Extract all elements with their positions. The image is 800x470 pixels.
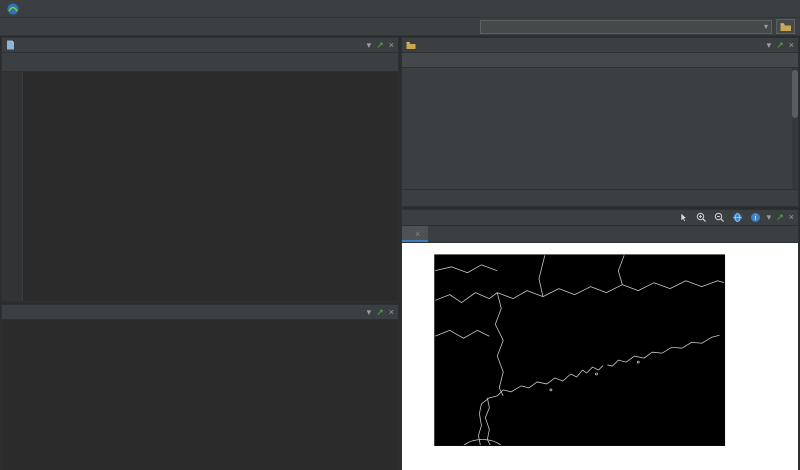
- figure-tabbar: ×: [402, 226, 798, 243]
- info-icon[interactable]: i: [749, 211, 762, 224]
- chevron-down-icon[interactable]: ▾: [367, 308, 372, 317]
- close-icon[interactable]: ×: [789, 213, 794, 222]
- pointer-icon[interactable]: [677, 211, 690, 224]
- file-table-header: [402, 53, 798, 68]
- code-lines: [23, 72, 398, 301]
- figure-tab[interactable]: ×: [402, 226, 428, 242]
- explorer-bottom-tabs: [402, 189, 798, 206]
- chevron-down-icon[interactable]: ▾: [767, 213, 772, 222]
- float-panel-icon[interactable]: ↗: [776, 41, 784, 50]
- figures-header: i ▾ ↗ ×: [402, 210, 798, 226]
- line-numbers: [2, 72, 23, 301]
- scrollbar-thumb[interactable]: [792, 70, 798, 118]
- contour-map: [402, 243, 798, 470]
- figure-canvas[interactable]: [402, 243, 798, 470]
- folder-icon: [406, 41, 416, 50]
- close-icon[interactable]: ×: [415, 229, 420, 239]
- float-panel-icon[interactable]: ↗: [376, 41, 384, 50]
- file-icon: [6, 40, 15, 50]
- folder-icon: [780, 22, 792, 32]
- figures-panel: i ▾ ↗ × ×: [401, 209, 799, 470]
- close-icon[interactable]: ×: [389, 308, 394, 317]
- console-output[interactable]: [2, 320, 398, 470]
- float-panel-icon[interactable]: ↗: [776, 213, 784, 222]
- editor-panel: ▾ ↗ ×: [1, 37, 399, 302]
- browse-folder-button[interactable]: [776, 19, 795, 34]
- contour-fill-layers: [435, 255, 725, 446]
- editor-tabbar: [2, 53, 398, 72]
- float-panel-icon[interactable]: ↗: [376, 308, 384, 317]
- app-icon: [6, 2, 19, 15]
- chevron-down-icon[interactable]: ▾: [367, 41, 372, 50]
- chevron-down-icon[interactable]: ▾: [764, 23, 768, 31]
- globe-icon[interactable]: [731, 211, 744, 224]
- close-icon[interactable]: ×: [789, 41, 794, 50]
- file-explorer-header: ▾ ↗ ×: [402, 38, 798, 53]
- zoom-in-icon[interactable]: [695, 211, 708, 224]
- chevron-down-icon[interactable]: ▾: [767, 41, 772, 50]
- zoom-out-icon[interactable]: [713, 211, 726, 224]
- scrollbar-track[interactable]: [792, 68, 798, 189]
- code-editor[interactable]: [2, 72, 398, 301]
- editor-header: ▾ ↗ ×: [2, 38, 398, 53]
- console-panel: ▾ ↗ ×: [1, 304, 399, 470]
- menu-bar: [0, 0, 800, 18]
- toolbar-row: ▾: [0, 18, 800, 36]
- close-icon[interactable]: ×: [389, 41, 394, 50]
- file-table-body: [402, 68, 798, 189]
- svg-text:i: i: [754, 214, 756, 222]
- file-explorer-panel: ▾ ↗ ×: [401, 37, 799, 207]
- console-header: ▾ ↗ ×: [2, 305, 398, 320]
- meteoinfolab-window: ▾ ▾ ↗ ×: [0, 0, 800, 470]
- current-folder-combobox[interactable]: ▾: [480, 20, 772, 34]
- main-area: ▾ ↗ × ▾ ↗: [0, 36, 800, 470]
